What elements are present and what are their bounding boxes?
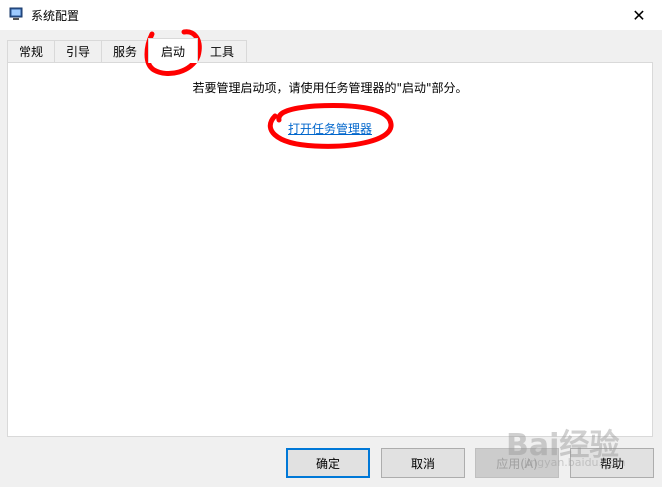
task-manager-link-container: 打开任务管理器 — [8, 120, 652, 137]
window-title: 系统配置 — [31, 9, 80, 23]
apply-button[interactable]: 应用(A) — [475, 448, 559, 478]
startup-message: 若要管理启动项，请使用任务管理器的"启动"部分。 — [192, 81, 468, 95]
tab-startup[interactable]: 启动 — [148, 38, 198, 63]
tab-boot[interactable]: 引导 — [54, 40, 102, 62]
tab-services[interactable]: 服务 — [101, 40, 149, 62]
tab-general[interactable]: 常规 — [7, 40, 55, 62]
tab-tools[interactable]: 工具 — [197, 40, 247, 62]
startup-panel: 若要管理启动项，请使用任务管理器的"启动"部分。 打开任务管理器 — [7, 62, 653, 437]
cancel-button[interactable]: 取消 — [381, 448, 465, 478]
title-bar: 系统配置 ✕ — [0, 0, 662, 30]
close-icon: ✕ — [632, 5, 646, 25]
close-button[interactable]: ✕ — [616, 0, 662, 30]
ok-button[interactable]: 确定 — [286, 448, 370, 478]
system-config-icon — [9, 7, 23, 21]
open-task-manager-link[interactable]: 打开任务管理器 — [288, 122, 372, 136]
help-button[interactable]: 帮助 — [570, 448, 654, 478]
